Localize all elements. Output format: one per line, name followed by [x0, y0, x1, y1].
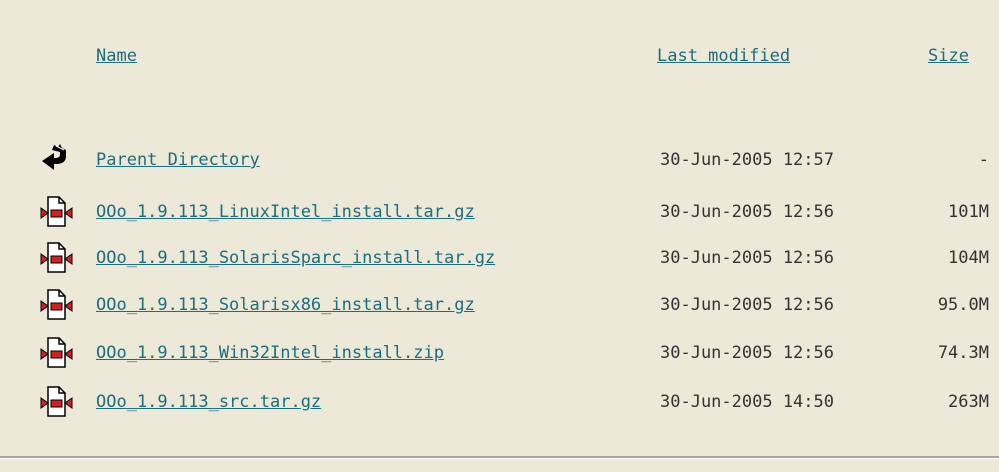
column-header-name[interactable]: Name	[96, 46, 137, 66]
table-row: OOo_1.9.113_Solarisx86_install.tar.gz 30…	[0, 289, 999, 331]
back-arrow-icon	[40, 144, 80, 180]
file-link[interactable]: OOo_1.9.113_Solarisx86_install.tar.gz	[96, 295, 475, 315]
table-row: OOo_1.9.113_SolarisSparc_install.tar.gz …	[0, 242, 999, 284]
horizontal-rule	[0, 456, 999, 459]
file-modified-date: 30-Jun-2005 12:56	[660, 295, 834, 315]
table-row: OOo_1.9.113_LinuxIntel_install.tar.gz 30…	[0, 196, 999, 238]
file-size: -	[978, 150, 989, 170]
file-size: 104M	[948, 248, 989, 268]
compressed-file-icon	[40, 386, 80, 422]
file-link[interactable]: OOo_1.9.113_LinuxIntel_install.tar.gz	[96, 202, 475, 222]
table-row: OOo_1.9.113_src.tar.gz 30-Jun-2005 14:50…	[0, 386, 999, 428]
compressed-file-icon	[40, 289, 80, 325]
file-modified-date: 30-Jun-2005 12:56	[660, 343, 834, 363]
compressed-file-icon	[40, 196, 80, 232]
directory-listing: Name Last modified Size Parent Directory…	[0, 0, 999, 472]
compressed-file-icon	[40, 242, 80, 278]
file-size: 263M	[948, 392, 989, 412]
file-link[interactable]: OOo_1.9.113_src.tar.gz	[96, 392, 321, 412]
file-modified-date: 30-Jun-2005 12:57	[660, 150, 834, 170]
file-modified-date: 30-Jun-2005 14:50	[660, 392, 834, 412]
file-modified-date: 30-Jun-2005 12:56	[660, 248, 834, 268]
file-link[interactable]: OOo_1.9.113_SolarisSparc_install.tar.gz	[96, 248, 495, 268]
file-link-parent-directory[interactable]: Parent Directory	[96, 150, 260, 170]
file-size: 74.3M	[937, 343, 989, 363]
table-row-parent-directory: Parent Directory 30-Jun-2005 12:57 -	[0, 144, 999, 186]
file-size: 101M	[948, 202, 989, 222]
file-link[interactable]: OOo_1.9.113_Win32Intel_install.zip	[96, 343, 444, 363]
file-modified-date: 30-Jun-2005 12:56	[660, 202, 834, 222]
table-row: OOo_1.9.113_Win32Intel_install.zip 30-Ju…	[0, 337, 999, 379]
file-size: 95.0M	[937, 295, 989, 315]
column-header-last-modified[interactable]: Last modified	[657, 46, 790, 66]
compressed-file-icon	[40, 337, 80, 373]
column-header-size[interactable]: Size	[928, 46, 969, 66]
